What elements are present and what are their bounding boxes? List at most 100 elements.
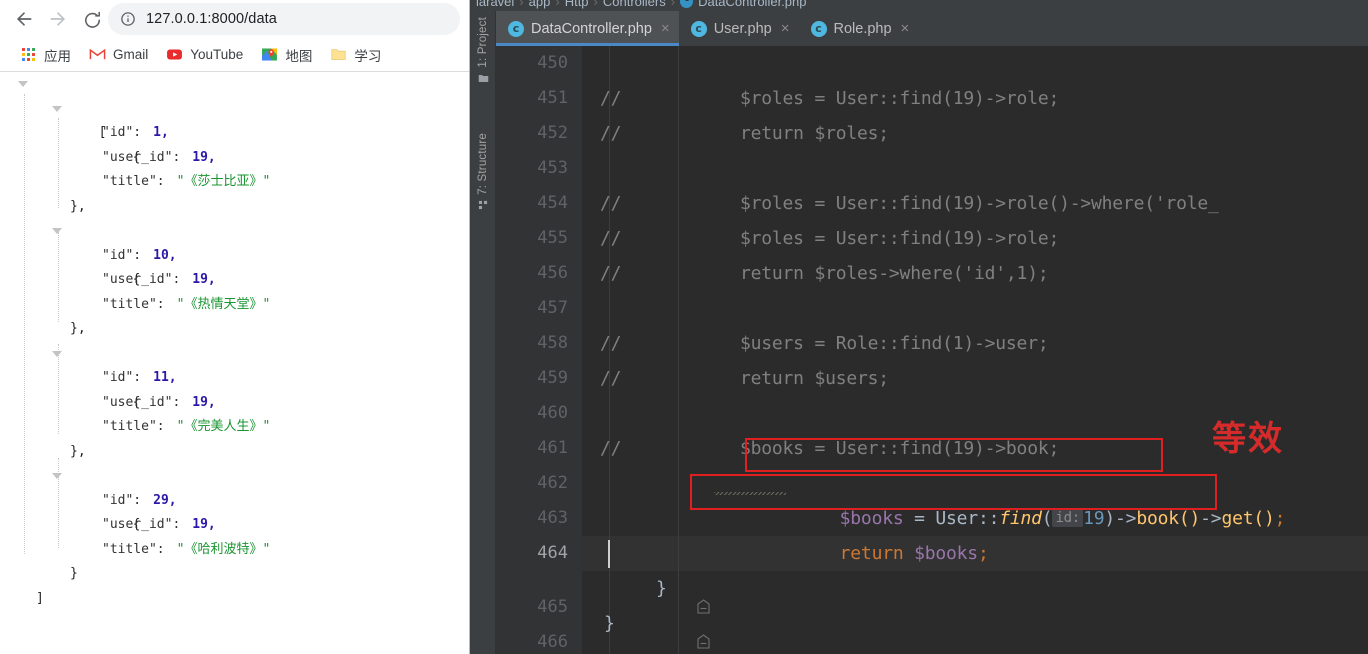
json-line: "user_id": 19, [0, 513, 469, 538]
json-key: "user_id": [102, 272, 181, 287]
bookmark-apps[interactable]: 应用 [12, 41, 79, 69]
bookmark-label: 应用 [44, 48, 71, 64]
json-line: "user_id": 19, [0, 146, 469, 171]
json-value: 19, [192, 272, 216, 287]
breadcrumb-item[interactable]: laravel [476, 0, 514, 9]
bookmark-youtube[interactable]: YouTube [158, 42, 251, 67]
json-brace: }, [70, 321, 86, 336]
comment-marker: // [600, 263, 622, 284]
line-number: 454 [537, 193, 568, 213]
gutter-line: 461 [496, 431, 582, 466]
close-icon[interactable]: × [899, 21, 910, 36]
breadcrumb-item[interactable]: Controllers [603, 0, 666, 9]
gmail-icon [89, 46, 106, 63]
json-line: { [0, 342, 469, 410]
gutter-line: 466 [496, 606, 710, 652]
code-editor[interactable]: 450 451 452 453 454 455 456 457 458 459 … [496, 46, 1368, 654]
json-line: ] [0, 587, 469, 612]
gutter-line: 457 [496, 291, 582, 326]
code-content: $roles = User::find(19)->role()->where('… [740, 193, 1219, 214]
gutter-line: 460 [496, 396, 582, 431]
bookmark-study[interactable]: 学习 [322, 41, 389, 69]
json-value: 10, [153, 247, 177, 263]
json-key: "title": [102, 541, 165, 557]
json-key: "title": [102, 174, 165, 189]
json-line: { [0, 97, 469, 165]
apps-grid-icon [20, 46, 37, 63]
code-line: } [582, 606, 1368, 641]
json-line: "user_id": 19, [0, 391, 469, 416]
json-value: "《热情天堂》" [176, 296, 271, 312]
code-content: return $users; [740, 368, 889, 389]
json-line: { [0, 219, 469, 287]
json-bracket: ] [36, 590, 44, 606]
tab-datacontroller[interactable]: c DataController.php × [496, 11, 679, 46]
json-line: }, [0, 440, 469, 465]
code-line: } [582, 571, 1368, 606]
gutter-line: 464 [496, 536, 582, 571]
annotation-label-equivalent: 等效 [1212, 419, 1284, 459]
address-bar[interactable]: 127.0.0.1:8000/data [108, 3, 460, 35]
code-line: // $roles = User::find(19)->role()->wher… [582, 186, 1368, 221]
bookmark-maps[interactable]: 地图 [253, 41, 320, 69]
json-value: "《完美人生》" [176, 419, 271, 434]
breadcrumb: laravel › app › Http › Controllers › Dat… [470, 0, 1368, 11]
code-line: // return $users; [582, 361, 1368, 396]
json-value: 19, [192, 517, 216, 532]
gutter-line: 453 [496, 151, 582, 186]
collapse-triangle-icon[interactable] [52, 228, 62, 234]
sidebar-item-structure[interactable]: 7: Structure [470, 133, 496, 211]
breadcrumb-item[interactable]: app [529, 0, 551, 9]
json-key: "user_id": [102, 394, 181, 410]
json-line: "user_id": 19, [0, 268, 469, 293]
reload-button[interactable] [76, 3, 108, 35]
tab-user[interactable]: c User.php × [679, 11, 799, 46]
browser-window: 127.0.0.1:8000/data 应用 Gmail YouTube 地图 … [0, 0, 470, 654]
breadcrumb-item[interactable]: DataController.php [698, 0, 806, 9]
tool-label: 7: Structure [477, 133, 489, 195]
gutter-line: 450 [496, 46, 582, 81]
gutter-line: 455 [496, 221, 582, 256]
code-content: $roles = User::find(19)->role; [740, 88, 1060, 109]
comment-marker: // [600, 193, 622, 214]
gutter-line: 456 [496, 256, 582, 291]
info-circle-icon[interactable] [120, 11, 136, 27]
code-content: return $roles->where('id',1); [740, 263, 1049, 284]
editor-gutter[interactable]: 450 451 452 453 454 455 456 457 458 459 … [496, 46, 710, 654]
line-number: 452 [537, 123, 568, 143]
breadcrumb-item[interactable]: Http [565, 0, 589, 9]
collapse-triangle-icon[interactable] [52, 473, 62, 479]
breadcrumb-separator: › [519, 0, 524, 9]
code-line: // return $roles; [582, 116, 1368, 151]
json-value: "《莎士比亚》" [176, 174, 271, 189]
collapse-triangle-icon[interactable] [52, 350, 62, 357]
line-number: 457 [537, 298, 568, 318]
line-number: 461 [537, 438, 568, 458]
annotation-box-line461 [745, 438, 1163, 472]
json-key: "id": [102, 492, 142, 508]
code-text-area[interactable]: // $roles = User::find(19)->role; // ret… [582, 46, 1368, 654]
collapse-triangle-icon[interactable] [18, 81, 28, 87]
bookmark-label: 学习 [354, 48, 382, 64]
bookmark-label: YouTube [190, 47, 244, 62]
sidebar-item-project[interactable]: 1: Project [470, 17, 496, 84]
back-button[interactable] [8, 3, 40, 35]
tab-label: Role.php [833, 20, 892, 37]
close-icon[interactable]: × [779, 21, 790, 36]
gutter-line: 458 [496, 326, 582, 361]
comment-marker: // [600, 438, 622, 459]
collapse-triangle-icon[interactable] [52, 105, 62, 112]
line-number: 459 [537, 368, 568, 388]
line-number: 456 [537, 263, 568, 283]
json-key: "title": [102, 419, 165, 434]
tab-role[interactable]: c Role.php × [799, 11, 919, 46]
forward-button[interactable] [42, 3, 74, 35]
json-line: "id": 11, [0, 366, 469, 391]
bookmark-gmail[interactable]: Gmail [81, 42, 156, 67]
close-icon[interactable]: × [659, 21, 670, 36]
json-line: "id": 29, [0, 489, 469, 514]
php-class-icon: c [690, 20, 707, 37]
gutter-line: 463 [496, 501, 582, 536]
